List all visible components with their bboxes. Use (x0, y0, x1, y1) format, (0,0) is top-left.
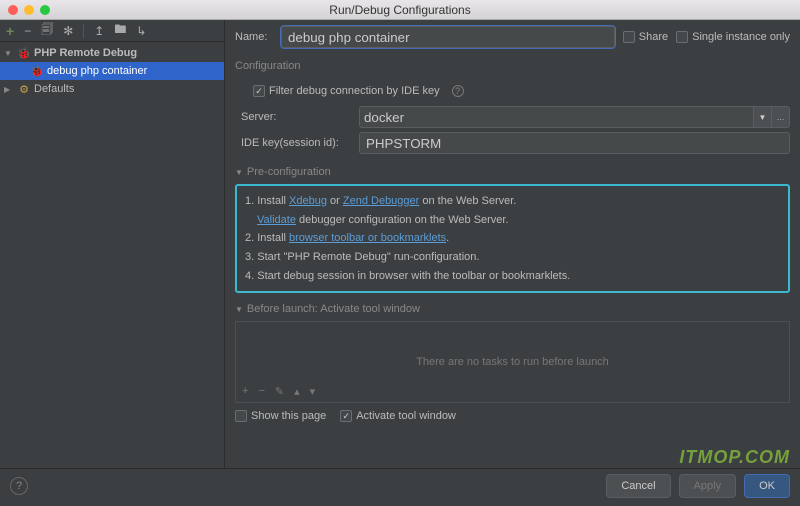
preconfig-box: 1. Install Xdebug or Zend Debugger on th… (235, 184, 790, 293)
copy-config-icon[interactable]: 🗐 (41, 20, 53, 41)
add-task-icon[interactable]: + (242, 385, 248, 398)
wrench-icon: ⚙ (17, 83, 31, 95)
tree-node-selected-config[interactable]: 🐞 debug php container (0, 62, 224, 80)
preconfig-step-1: 1. Install Xdebug or Zend Debugger on th… (245, 192, 780, 211)
checkbox-checked-icon: ✓ (340, 410, 352, 422)
tree-node-php-remote-debug[interactable]: ▼ 🐞 PHP Remote Debug (0, 44, 224, 62)
validate-link[interactable]: Validate (257, 214, 296, 226)
watermark-text: ITMOP.COM (679, 447, 790, 468)
edit-task-icon[interactable]: ✎ (275, 385, 284, 398)
checkbox-icon (676, 31, 688, 43)
help-icon[interactable]: ? (452, 85, 464, 97)
php-icon: 🐞 (17, 47, 31, 59)
collapse-arrow-icon: ▼ (235, 305, 243, 314)
tree-label: PHP Remote Debug (34, 47, 137, 59)
tree-label: debug php container (47, 65, 147, 77)
show-this-page-checkbox[interactable]: Show this page (235, 410, 326, 422)
preconfig-step-4: 4. Start debug session in browser with t… (245, 267, 780, 286)
move-up-task-icon[interactable]: ▴ (294, 385, 300, 398)
add-config-icon[interactable]: + (6, 23, 14, 39)
dropdown-arrow-icon[interactable]: ▼ (754, 106, 772, 128)
server-browse-button[interactable]: … (772, 106, 790, 128)
before-launch-list: There are no tasks to run before launch … (235, 321, 790, 403)
preconfig-step-3: 3. Start "PHP Remote Debug" run-configur… (245, 248, 780, 267)
activate-tool-window-checkbox[interactable]: ✓Activate tool window (340, 410, 456, 422)
remove-config-icon[interactable]: − (24, 24, 31, 38)
move-up-icon[interactable]: ↥ (94, 24, 104, 38)
config-tree: ▼ 🐞 PHP Remote Debug 🐞 debug php contain… (0, 42, 224, 98)
checkbox-icon (235, 410, 247, 422)
name-input[interactable] (281, 26, 615, 48)
preconfig-validate: Validate debugger configuration on the W… (245, 211, 780, 230)
right-panel: Name: Share Single instance only Configu… (225, 20, 800, 468)
expand-arrow-icon: ▶ (4, 85, 14, 94)
folder-icon[interactable]: 🖿 (114, 20, 126, 41)
tree-node-defaults[interactable]: ▶ ⚙ Defaults (0, 80, 224, 98)
name-label: Name: (235, 31, 273, 43)
ide-key-label: IDE key(session id): (241, 137, 351, 149)
before-launch-toolbar: + − ✎ ▴ ▾ (236, 381, 321, 402)
ok-button[interactable]: OK (744, 474, 790, 498)
server-select[interactable]: docker (359, 106, 754, 128)
move-down-task-icon[interactable]: ▾ (310, 385, 316, 398)
separator (83, 24, 84, 38)
ide-key-input[interactable] (359, 132, 790, 154)
settings-icon[interactable]: ✻ (63, 24, 73, 38)
collapse-arrow-icon: ▼ (235, 168, 243, 177)
window-title: Run/Debug Configurations (0, 3, 800, 17)
zend-debugger-link[interactable]: Zend Debugger (343, 195, 419, 207)
titlebar: Run/Debug Configurations (0, 0, 800, 20)
checkbox-checked-icon: ✓ (253, 85, 265, 97)
apply-button[interactable]: Apply (679, 474, 737, 498)
filter-ide-key-checkbox[interactable]: ✓Filter debug connection by IDE key (253, 85, 440, 97)
preconfig-title[interactable]: ▼Pre-configuration (235, 166, 790, 178)
server-label: Server: (241, 111, 351, 123)
remove-task-icon[interactable]: − (258, 385, 264, 398)
single-instance-checkbox[interactable]: Single instance only (676, 31, 790, 43)
checkbox-icon (623, 31, 635, 43)
left-panel: + − 🗐 ✻ ↥ 🖿 ↳ ▼ 🐞 PHP Remote Debug 🐞 deb… (0, 20, 225, 468)
xdebug-link[interactable]: Xdebug (289, 195, 327, 207)
help-button[interactable]: ? (10, 477, 28, 495)
preconfig-step-2: 2. Install browser toolbar or bookmarkle… (245, 229, 780, 248)
configuration-title: Configuration (235, 60, 790, 72)
cancel-button[interactable]: Cancel (606, 474, 670, 498)
before-launch-title[interactable]: ▼Before launch: Activate tool window (235, 303, 790, 315)
dialog-footer: ? Cancel Apply OK (0, 468, 800, 502)
php-icon: 🐞 (30, 65, 44, 77)
before-launch-empty-text: There are no tasks to run before launch (416, 356, 609, 368)
config-toolbar: + − 🗐 ✻ ↥ 🖿 ↳ (0, 20, 224, 42)
tree-label: Defaults (34, 83, 74, 95)
expand-arrow-icon: ▼ (4, 49, 14, 58)
share-checkbox[interactable]: Share (623, 31, 668, 43)
browser-toolbar-link[interactable]: browser toolbar or bookmarklets (289, 232, 446, 244)
collapse-icon[interactable]: ↳ (136, 24, 146, 38)
